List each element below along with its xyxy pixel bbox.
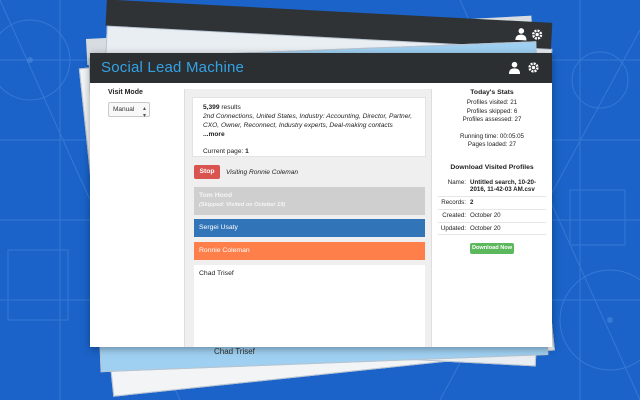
- select-arrows-icon: ▴ ▾: [142, 106, 146, 119]
- stat-profiles-assessed: Profiles assessed: 27: [462, 116, 522, 123]
- created-label: Created:: [438, 209, 468, 223]
- ghost-profile-name: Chad Trisef: [214, 347, 255, 356]
- today-stats: Profiles visited: 21 Profiles skipped: 6…: [438, 99, 546, 150]
- current-page-label: Current page:: [203, 148, 246, 155]
- visit-mode-select[interactable]: Manual ▴ ▾: [108, 102, 150, 119]
- stat-running-time: Running time: 00:05:05: [460, 132, 524, 140]
- user-icon: [514, 28, 527, 41]
- profile-name: Chad Trisef: [199, 270, 234, 277]
- profile-skip-note: (Skipped: Visited on October 19): [199, 202, 286, 208]
- table-row: Name: Untitled search, 10-20-2016, 11-42…: [438, 176, 546, 198]
- updated-label: Updated:: [438, 222, 468, 236]
- stat-profiles-visited: Profiles visited: 21: [466, 99, 518, 106]
- app-window: Social Lead Machine Visit Mode Manual ▴ ▾…: [90, 53, 552, 347]
- created-value: October 20: [468, 209, 546, 223]
- visit-mode-value: Manual: [113, 106, 135, 113]
- name-label: Name:: [438, 176, 468, 198]
- app-title: Social Lead Machine: [101, 59, 245, 76]
- records-label: Records:: [438, 196, 468, 210]
- table-row: Created: October 20: [438, 209, 546, 223]
- table-row: Records: 2: [438, 196, 546, 210]
- today-stats-title: Today's Stats: [470, 89, 514, 96]
- user-icon[interactable]: [508, 61, 521, 74]
- visit-mode-panel: Visit Mode Manual ▴ ▾: [108, 89, 188, 119]
- search-filters: 2nd Connections, United States, Industry…: [203, 112, 415, 139]
- download-title: Download Visited Profiles: [450, 163, 534, 171]
- profile-name: Sergei Usaty: [199, 224, 238, 231]
- profile-list-empty-area: [194, 283, 425, 347]
- toolbar-icons: [508, 61, 540, 74]
- records-value: 2: [468, 196, 546, 210]
- current-page-value: 1: [245, 148, 249, 155]
- profile-name: Ronnie Coleman: [199, 247, 250, 254]
- stop-button[interactable]: Stop: [194, 165, 220, 179]
- stat-pages-loaded: Pages loaded: 27: [467, 141, 517, 148]
- gear-icon[interactable]: [527, 61, 540, 74]
- visiting-status: Visiting Ronnie Coleman: [226, 168, 299, 176]
- results-count: 5,399: [203, 104, 220, 111]
- updated-value: October 20: [468, 222, 546, 236]
- visit-mode-label: Visit Mode: [108, 89, 143, 96]
- stats-panel: Today's Stats Profiles visited: 21 Profi…: [438, 89, 546, 255]
- table-row: Updated: October 20: [438, 222, 546, 236]
- stat-profiles-skipped: Profiles skipped: 6: [466, 107, 518, 115]
- visit-controls: Stop Visiting Ronnie Coleman: [194, 165, 298, 179]
- more-link[interactable]: ...more: [203, 131, 225, 138]
- download-now-button[interactable]: Download Now: [470, 243, 514, 255]
- current-page: Current page: 1: [203, 147, 415, 156]
- profile-item[interactable]: Ronnie Coleman: [194, 242, 425, 260]
- results-count-suffix: results: [219, 104, 241, 111]
- profile-item[interactable]: Tom Hood (Skipped: Visited on October 19…: [194, 187, 425, 215]
- results-summary: 5,399 results: [203, 103, 415, 112]
- search-results-box: 5,399 results 2nd Connections, United St…: [192, 97, 426, 157]
- profile-name: Tom Hood: [199, 192, 233, 199]
- profile-item[interactable]: Sergei Usaty: [194, 219, 425, 237]
- gear-icon: [532, 29, 543, 40]
- profiles-panel: 5,399 results 2nd Connections, United St…: [184, 89, 432, 347]
- profile-item[interactable]: Chad Trisef: [194, 265, 425, 283]
- file-name: Untitled search, 10-20-2016, 11-42-03 AM…: [468, 176, 546, 198]
- title-bar: Social Lead Machine: [90, 53, 552, 83]
- filters-text: 2nd Connections, United States, Industry…: [203, 113, 413, 129]
- download-info-table: Name: Untitled search, 10-20-2016, 11-42…: [438, 176, 546, 236]
